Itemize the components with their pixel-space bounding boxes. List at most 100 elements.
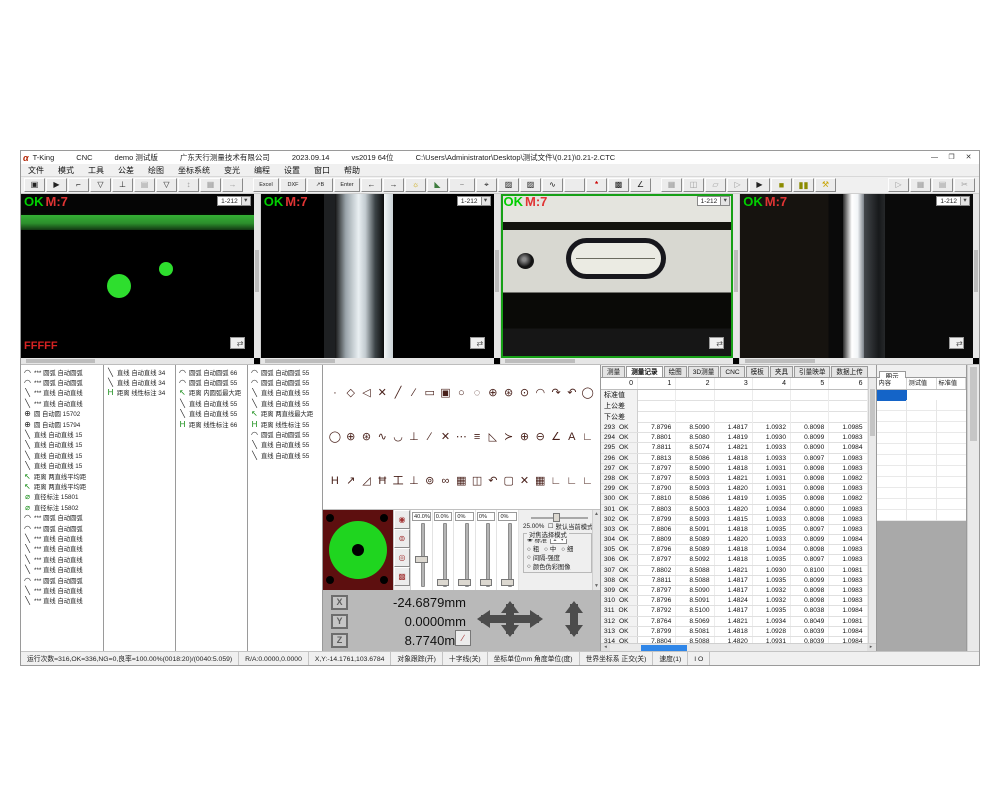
toolbar-button[interactable]: ▤	[134, 178, 155, 192]
toolbar-button[interactable]: ☼	[405, 178, 426, 192]
tool-icon[interactable]: ◡	[390, 430, 406, 444]
list-item[interactable]: ◠圆弧 自动圆弧 55	[176, 377, 247, 387]
results-tab[interactable]: 数据上传	[831, 366, 867, 377]
toolbar-button[interactable]: →	[383, 178, 404, 192]
tool-icon[interactable]: ≡	[469, 430, 485, 444]
list-item[interactable]: ⊕圆 自动圆 15702	[21, 409, 103, 419]
tool-icon[interactable]: ○	[453, 386, 469, 400]
toolbar-button[interactable]: ▦	[200, 178, 221, 192]
camera-panel[interactable]: OKM:7 1-212▾ ⇄	[261, 194, 500, 364]
menu-item[interactable]: 变光	[217, 164, 247, 177]
camera-image[interactable]: OKM:7 1-212▾ ⇄	[261, 194, 494, 358]
column-header[interactable]: 3	[715, 378, 753, 389]
slider-track[interactable]	[497, 523, 518, 587]
tool-icon[interactable]: ⊕	[343, 430, 359, 444]
list-item[interactable]: H距离 线性标注 34	[104, 388, 175, 398]
table-row[interactable]: 305OK 7.8796 8.5089 1.4818 1.0934 0.8098…	[601, 545, 868, 555]
table-row[interactable]: 301OK 7.8803 8.5003 1.4820 1.0934 0.8090…	[601, 505, 868, 515]
results-tab[interactable]: 模板	[746, 366, 769, 377]
list-item[interactable]: ◠*** 圆弧 自动圆弧	[21, 512, 103, 522]
table-row[interactable]: 310OK 7.8796 8.5091 1.4824 1.0932 0.8098…	[601, 596, 868, 606]
ring-light-widget[interactable]	[323, 510, 393, 590]
menu-item[interactable]: 帮助	[337, 164, 367, 177]
table-row[interactable]: 309OK 7.8797 8.5090 1.4817 1.0932 0.8098…	[601, 586, 868, 596]
scroll-up-icon[interactable]: ▲	[593, 510, 600, 518]
tool-icon[interactable]: 工	[390, 474, 406, 488]
slider-thumb[interactable]	[415, 556, 428, 563]
tool-icon[interactable]: ◁	[359, 386, 375, 400]
axis-icon[interactable]: Y	[331, 614, 348, 629]
slider-track[interactable]	[411, 523, 432, 587]
camera-zoom-select[interactable]: 1-212▾	[936, 196, 970, 206]
window-control-button[interactable]: —	[926, 152, 943, 164]
menu-item[interactable]: 编程	[247, 164, 277, 177]
list-item[interactable]: ╲*** 直线 自动直线	[21, 596, 103, 606]
radio-icon[interactable]: ○	[527, 554, 531, 561]
toolbar-button[interactable]: ▶	[749, 178, 770, 192]
tolerance-row[interactable]: 下公差	[601, 412, 868, 423]
tool-icon[interactable]: ▦	[453, 474, 469, 488]
toolbar-button[interactable]: ⊥	[112, 178, 133, 192]
table-row[interactable]: 299OK 7.8790 8.5093 1.4820 1.0931 0.8098…	[601, 484, 868, 494]
column-header[interactable]: 2	[676, 378, 714, 389]
camera-vscrollbar[interactable]	[733, 194, 739, 358]
toolbar-button[interactable]: --	[449, 178, 475, 192]
list-item[interactable]: ╲直线 自动直线 55	[248, 398, 322, 408]
tool-icon[interactable]: H	[327, 474, 343, 488]
toolbar-button[interactable]: ←	[361, 178, 382, 192]
toolbar-button[interactable]: ◣	[427, 178, 448, 192]
ring-light-mode-button[interactable]: ⊚	[394, 529, 410, 548]
hscroll-thumb[interactable]	[641, 645, 687, 651]
tool-icon[interactable]: ⊛	[359, 430, 375, 444]
column-header[interactable]: 5	[791, 378, 829, 389]
table-row[interactable]: 298OK 7.8797 8.5093 1.4821 1.0931 0.8098…	[601, 474, 868, 484]
list-item[interactable]: ╲直线 自动直线 34	[104, 377, 175, 387]
menu-item[interactable]: 绘图	[141, 164, 171, 177]
axis-icon[interactable]: Z	[331, 633, 348, 648]
chevron-down-icon[interactable]: ▾	[961, 196, 970, 206]
toolbar-button[interactable]: →	[222, 178, 243, 192]
toolbar-button[interactable]: ▱	[705, 178, 726, 192]
menu-item[interactable]: 坐标系统	[171, 164, 217, 177]
list-item[interactable]: ⌀直径标注 15801	[21, 492, 103, 502]
list-item[interactable]: ◠圆弧 自动圆弧 55	[248, 429, 322, 439]
tool-icon[interactable]: ∿	[374, 430, 390, 444]
list-item[interactable]: ╲*** 直线 自动直线	[21, 388, 103, 398]
tool-icon[interactable]: ∠	[548, 430, 564, 444]
tool-icon[interactable]: ⊥	[406, 474, 422, 488]
list-item[interactable]: ⌀直径标注 15802	[21, 502, 103, 512]
tool-icon[interactable]: ∕	[422, 430, 438, 444]
slider-thumb[interactable]	[480, 579, 493, 586]
list-item[interactable]: ╲直线 自动直线 55	[248, 450, 322, 460]
tool-icon[interactable]: Ħ	[374, 474, 390, 488]
radio-icon[interactable]: ○	[561, 546, 565, 553]
list-item[interactable]: ╲*** 直线 自动直线	[21, 585, 103, 595]
camera-tool-button[interactable]: ⇄	[709, 337, 724, 349]
scroll-down-icon[interactable]: ▼	[593, 582, 600, 590]
tool-icon[interactable]: ╱	[390, 386, 406, 400]
radio-icon[interactable]: ○	[527, 563, 531, 570]
list-item[interactable]: ╲*** 直线 自动直线	[21, 398, 103, 408]
toolbar-button[interactable]: ∠	[630, 178, 651, 192]
list-item[interactable]: ╲*** 直线 自动直线	[21, 564, 103, 574]
tool-icon[interactable]: ◫	[469, 474, 485, 488]
menu-item[interactable]: 设置	[277, 164, 307, 177]
slider-track[interactable]	[476, 523, 497, 587]
checkbox-icon[interactable]: ☐	[548, 523, 554, 530]
tool-icon[interactable]: ↶	[485, 474, 501, 488]
tool-icon[interactable]: ⊛	[501, 386, 517, 400]
results-tab[interactable]: 测量记录	[626, 366, 662, 377]
chevron-down-icon[interactable]: ▾	[482, 196, 491, 206]
table-row[interactable]: 297OK 7.8797 8.5090 1.4818 1.0931 0.8098…	[601, 464, 868, 474]
tool-icon[interactable]: ⊖	[532, 430, 548, 444]
table-row[interactable]: 296OK 7.8813 8.5086 1.4818 1.0933 0.8097…	[601, 454, 868, 464]
toolbar-button[interactable]: Enter	[334, 178, 360, 192]
tool-icon[interactable]: ⊕	[517, 430, 533, 444]
window-control-button[interactable]: ✕	[960, 152, 977, 164]
camera-hscrollbar[interactable]	[261, 358, 494, 364]
table-row[interactable]: 306OK 7.8797 8.5092 1.4818 1.0935 0.8097…	[601, 555, 868, 565]
tool-icon[interactable]: ✕	[438, 430, 454, 444]
tool-icon[interactable]: ◇	[343, 386, 359, 400]
list-item[interactable]: ◠圆弧 自动圆弧 55	[248, 367, 322, 377]
results-tab[interactable]: CNC	[720, 366, 744, 377]
